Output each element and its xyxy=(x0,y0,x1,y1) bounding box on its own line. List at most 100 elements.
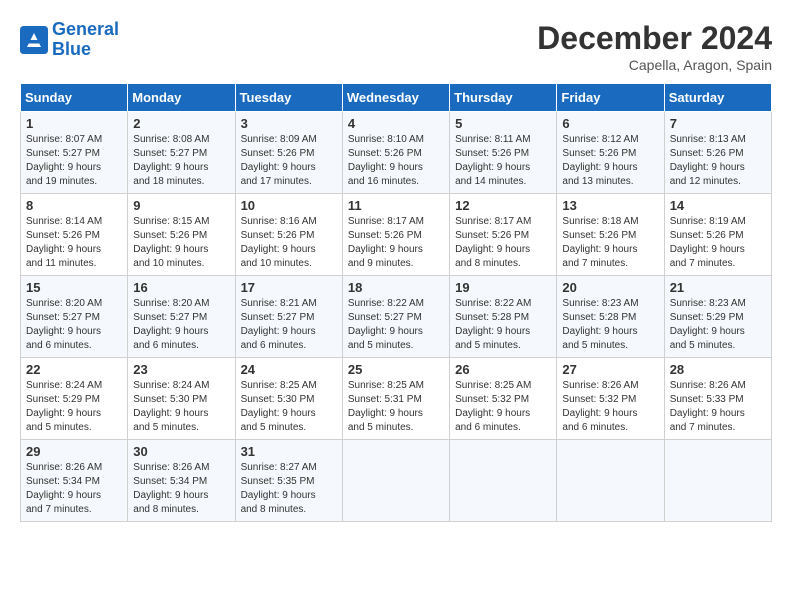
cell-content: Sunrise: 8:19 AMSunset: 5:26 PMDaylight:… xyxy=(670,215,766,271)
table-row: 12 Sunrise: 8:17 AMSunset: 5:26 PMDayligh… xyxy=(450,194,557,276)
table-row xyxy=(664,440,771,522)
location: Capella, Aragon, Spain xyxy=(537,57,772,73)
table-row: 20 Sunrise: 8:23 AMSunset: 5:28 PMDayligh… xyxy=(557,276,664,358)
table-row: 17 Sunrise: 8:21 AMSunset: 5:27 PMDayligh… xyxy=(235,276,342,358)
title-block: December 2024 Capella, Aragon, Spain xyxy=(537,20,772,73)
table-row: 4Sunrise: 8:10 AMSunset: 5:26 PMDaylight… xyxy=(342,112,449,194)
table-row: 1Sunrise: 8:07 AMSunset: 5:27 PMDaylight… xyxy=(21,112,128,194)
cell-content: Sunrise: 8:23 AMSunset: 5:29 PMDaylight:… xyxy=(670,297,766,353)
table-row: 26 Sunrise: 8:25 AMSunset: 5:32 PMDayligh… xyxy=(450,358,557,440)
page-header: General Blue December 2024 Capella, Arag… xyxy=(20,20,772,73)
day-number: 24 xyxy=(241,362,337,377)
calendar-week-row: 22 Sunrise: 8:24 AMSunset: 5:29 PMDayligh… xyxy=(21,358,772,440)
table-row: 27 Sunrise: 8:26 AMSunset: 5:32 PMDayligh… xyxy=(557,358,664,440)
cell-content: Sunrise: 8:20 AMSunset: 5:27 PMDaylight:… xyxy=(26,297,122,353)
cell-content: Sunrise: 8:26 AMSunset: 5:34 PMDaylight:… xyxy=(133,461,229,517)
cell-content: Sunrise: 8:26 AMSunset: 5:32 PMDaylight:… xyxy=(562,379,658,435)
calendar-week-row: 29 Sunrise: 8:26 AMSunset: 5:34 PMDayligh… xyxy=(21,440,772,522)
col-wednesday: Wednesday xyxy=(342,84,449,112)
day-number: 26 xyxy=(455,362,551,377)
calendar-week-row: 15Sunrise: 8:20 AMSunset: 5:27 PMDayligh… xyxy=(21,276,772,358)
cell-content: Sunrise: 8:11 AMSunset: 5:26 PMDaylight:… xyxy=(455,133,551,189)
cell-content: Sunrise: 8:21 AMSunset: 5:27 PMDaylight:… xyxy=(241,297,337,353)
col-tuesday: Tuesday xyxy=(235,84,342,112)
month-title: December 2024 xyxy=(537,20,772,57)
col-sunday: Sunday xyxy=(21,84,128,112)
logo-line1: General xyxy=(52,19,119,39)
day-number: 13 xyxy=(562,198,658,213)
day-number: 16 xyxy=(133,280,229,295)
cell-content: Sunrise: 8:16 AMSunset: 5:26 PMDaylight:… xyxy=(241,215,337,271)
cell-content: Sunrise: 8:23 AMSunset: 5:28 PMDaylight:… xyxy=(562,297,658,353)
table-row: 11 Sunrise: 8:17 AMSunset: 5:26 PMDayligh… xyxy=(342,194,449,276)
cell-content: Sunrise: 8:12 AMSunset: 5:26 PMDaylight:… xyxy=(562,133,658,189)
cell-content: Sunrise: 8:25 AMSunset: 5:30 PMDaylight:… xyxy=(241,379,337,435)
cell-content: Sunrise: 8:17 AMSunset: 5:26 PMDaylight:… xyxy=(348,215,444,271)
table-row: 25Sunrise: 8:25 AMSunset: 5:31 PMDayligh… xyxy=(342,358,449,440)
day-number: 10 xyxy=(241,198,337,213)
table-row: 3Sunrise: 8:09 AMSunset: 5:26 PMDaylight… xyxy=(235,112,342,194)
col-monday: Monday xyxy=(128,84,235,112)
day-number: 18 xyxy=(348,280,444,295)
day-number: 19 xyxy=(455,280,551,295)
table-row: 6 Sunrise: 8:12 AMSunset: 5:26 PMDaylight… xyxy=(557,112,664,194)
day-number: 14 xyxy=(670,198,766,213)
cell-content: Sunrise: 8:13 AMSunset: 5:26 PMDaylight:… xyxy=(670,133,766,189)
col-thursday: Thursday xyxy=(450,84,557,112)
day-number: 21 xyxy=(670,280,766,295)
day-number: 5 xyxy=(455,116,551,131)
cell-content: Sunrise: 8:14 AMSunset: 5:26 PMDaylight:… xyxy=(26,215,122,271)
table-row: 31Sunrise: 8:27 AMSunset: 5:35 PMDayligh… xyxy=(235,440,342,522)
cell-content: Sunrise: 8:26 AMSunset: 5:33 PMDaylight:… xyxy=(670,379,766,435)
calendar-header-row: Sunday Monday Tuesday Wednesday Thursday… xyxy=(21,84,772,112)
col-friday: Friday xyxy=(557,84,664,112)
day-number: 6 xyxy=(562,116,658,131)
cell-content: Sunrise: 8:27 AMSunset: 5:35 PMDaylight:… xyxy=(241,461,337,517)
cell-content: Sunrise: 8:26 AMSunset: 5:34 PMDaylight:… xyxy=(26,461,122,517)
day-number: 2 xyxy=(133,116,229,131)
logo-icon xyxy=(20,26,48,54)
cell-content: Sunrise: 8:22 AMSunset: 5:28 PMDaylight:… xyxy=(455,297,551,353)
logo: General Blue xyxy=(20,20,119,60)
day-number: 27 xyxy=(562,362,658,377)
table-row: 18Sunrise: 8:22 AMSunset: 5:27 PMDayligh… xyxy=(342,276,449,358)
day-number: 4 xyxy=(348,116,444,131)
cell-content: Sunrise: 8:08 AMSunset: 5:27 PMDaylight:… xyxy=(133,133,229,189)
table-row: 29 Sunrise: 8:26 AMSunset: 5:34 PMDayligh… xyxy=(21,440,128,522)
day-number: 17 xyxy=(241,280,337,295)
table-row: 23 Sunrise: 8:24 AMSunset: 5:30 PMDayligh… xyxy=(128,358,235,440)
day-number: 12 xyxy=(455,198,551,213)
logo-line2: Blue xyxy=(52,39,91,59)
day-number: 29 xyxy=(26,444,122,459)
cell-content: Sunrise: 8:09 AMSunset: 5:26 PMDaylight:… xyxy=(241,133,337,189)
day-number: 23 xyxy=(133,362,229,377)
table-row: 28Sunrise: 8:26 AMSunset: 5:33 PMDayligh… xyxy=(664,358,771,440)
cell-content: Sunrise: 8:20 AMSunset: 5:27 PMDaylight:… xyxy=(133,297,229,353)
day-number: 11 xyxy=(348,198,444,213)
calendar-week-row: 1Sunrise: 8:07 AMSunset: 5:27 PMDaylight… xyxy=(21,112,772,194)
day-number: 30 xyxy=(133,444,229,459)
day-number: 1 xyxy=(26,116,122,131)
cell-content: Sunrise: 8:15 AMSunset: 5:26 PMDaylight:… xyxy=(133,215,229,271)
col-saturday: Saturday xyxy=(664,84,771,112)
table-row: 16 Sunrise: 8:20 AMSunset: 5:27 PMDayligh… xyxy=(128,276,235,358)
table-row: 14 Sunrise: 8:19 AMSunset: 5:26 PMDayligh… xyxy=(664,194,771,276)
table-row: 19 Sunrise: 8:22 AMSunset: 5:28 PMDayligh… xyxy=(450,276,557,358)
cell-content: Sunrise: 8:25 AMSunset: 5:32 PMDaylight:… xyxy=(455,379,551,435)
cell-content: Sunrise: 8:17 AMSunset: 5:26 PMDaylight:… xyxy=(455,215,551,271)
cell-content: Sunrise: 8:24 AMSunset: 5:30 PMDaylight:… xyxy=(133,379,229,435)
table-row xyxy=(342,440,449,522)
table-row: 24 Sunrise: 8:25 AMSunset: 5:30 PMDayligh… xyxy=(235,358,342,440)
table-row: 15Sunrise: 8:20 AMSunset: 5:27 PMDayligh… xyxy=(21,276,128,358)
table-row: 21 Sunrise: 8:23 AMSunset: 5:29 PMDayligh… xyxy=(664,276,771,358)
day-number: 20 xyxy=(562,280,658,295)
table-row: 8 Sunrise: 8:14 AMSunset: 5:26 PMDaylight… xyxy=(21,194,128,276)
day-number: 22 xyxy=(26,362,122,377)
table-row: 9 Sunrise: 8:15 AMSunset: 5:26 PMDaylight… xyxy=(128,194,235,276)
table-row: 10 Sunrise: 8:16 AMSunset: 5:26 PMDayligh… xyxy=(235,194,342,276)
table-row xyxy=(450,440,557,522)
cell-content: Sunrise: 8:24 AMSunset: 5:29 PMDaylight:… xyxy=(26,379,122,435)
day-number: 8 xyxy=(26,198,122,213)
day-number: 9 xyxy=(133,198,229,213)
day-number: 25 xyxy=(348,362,444,377)
